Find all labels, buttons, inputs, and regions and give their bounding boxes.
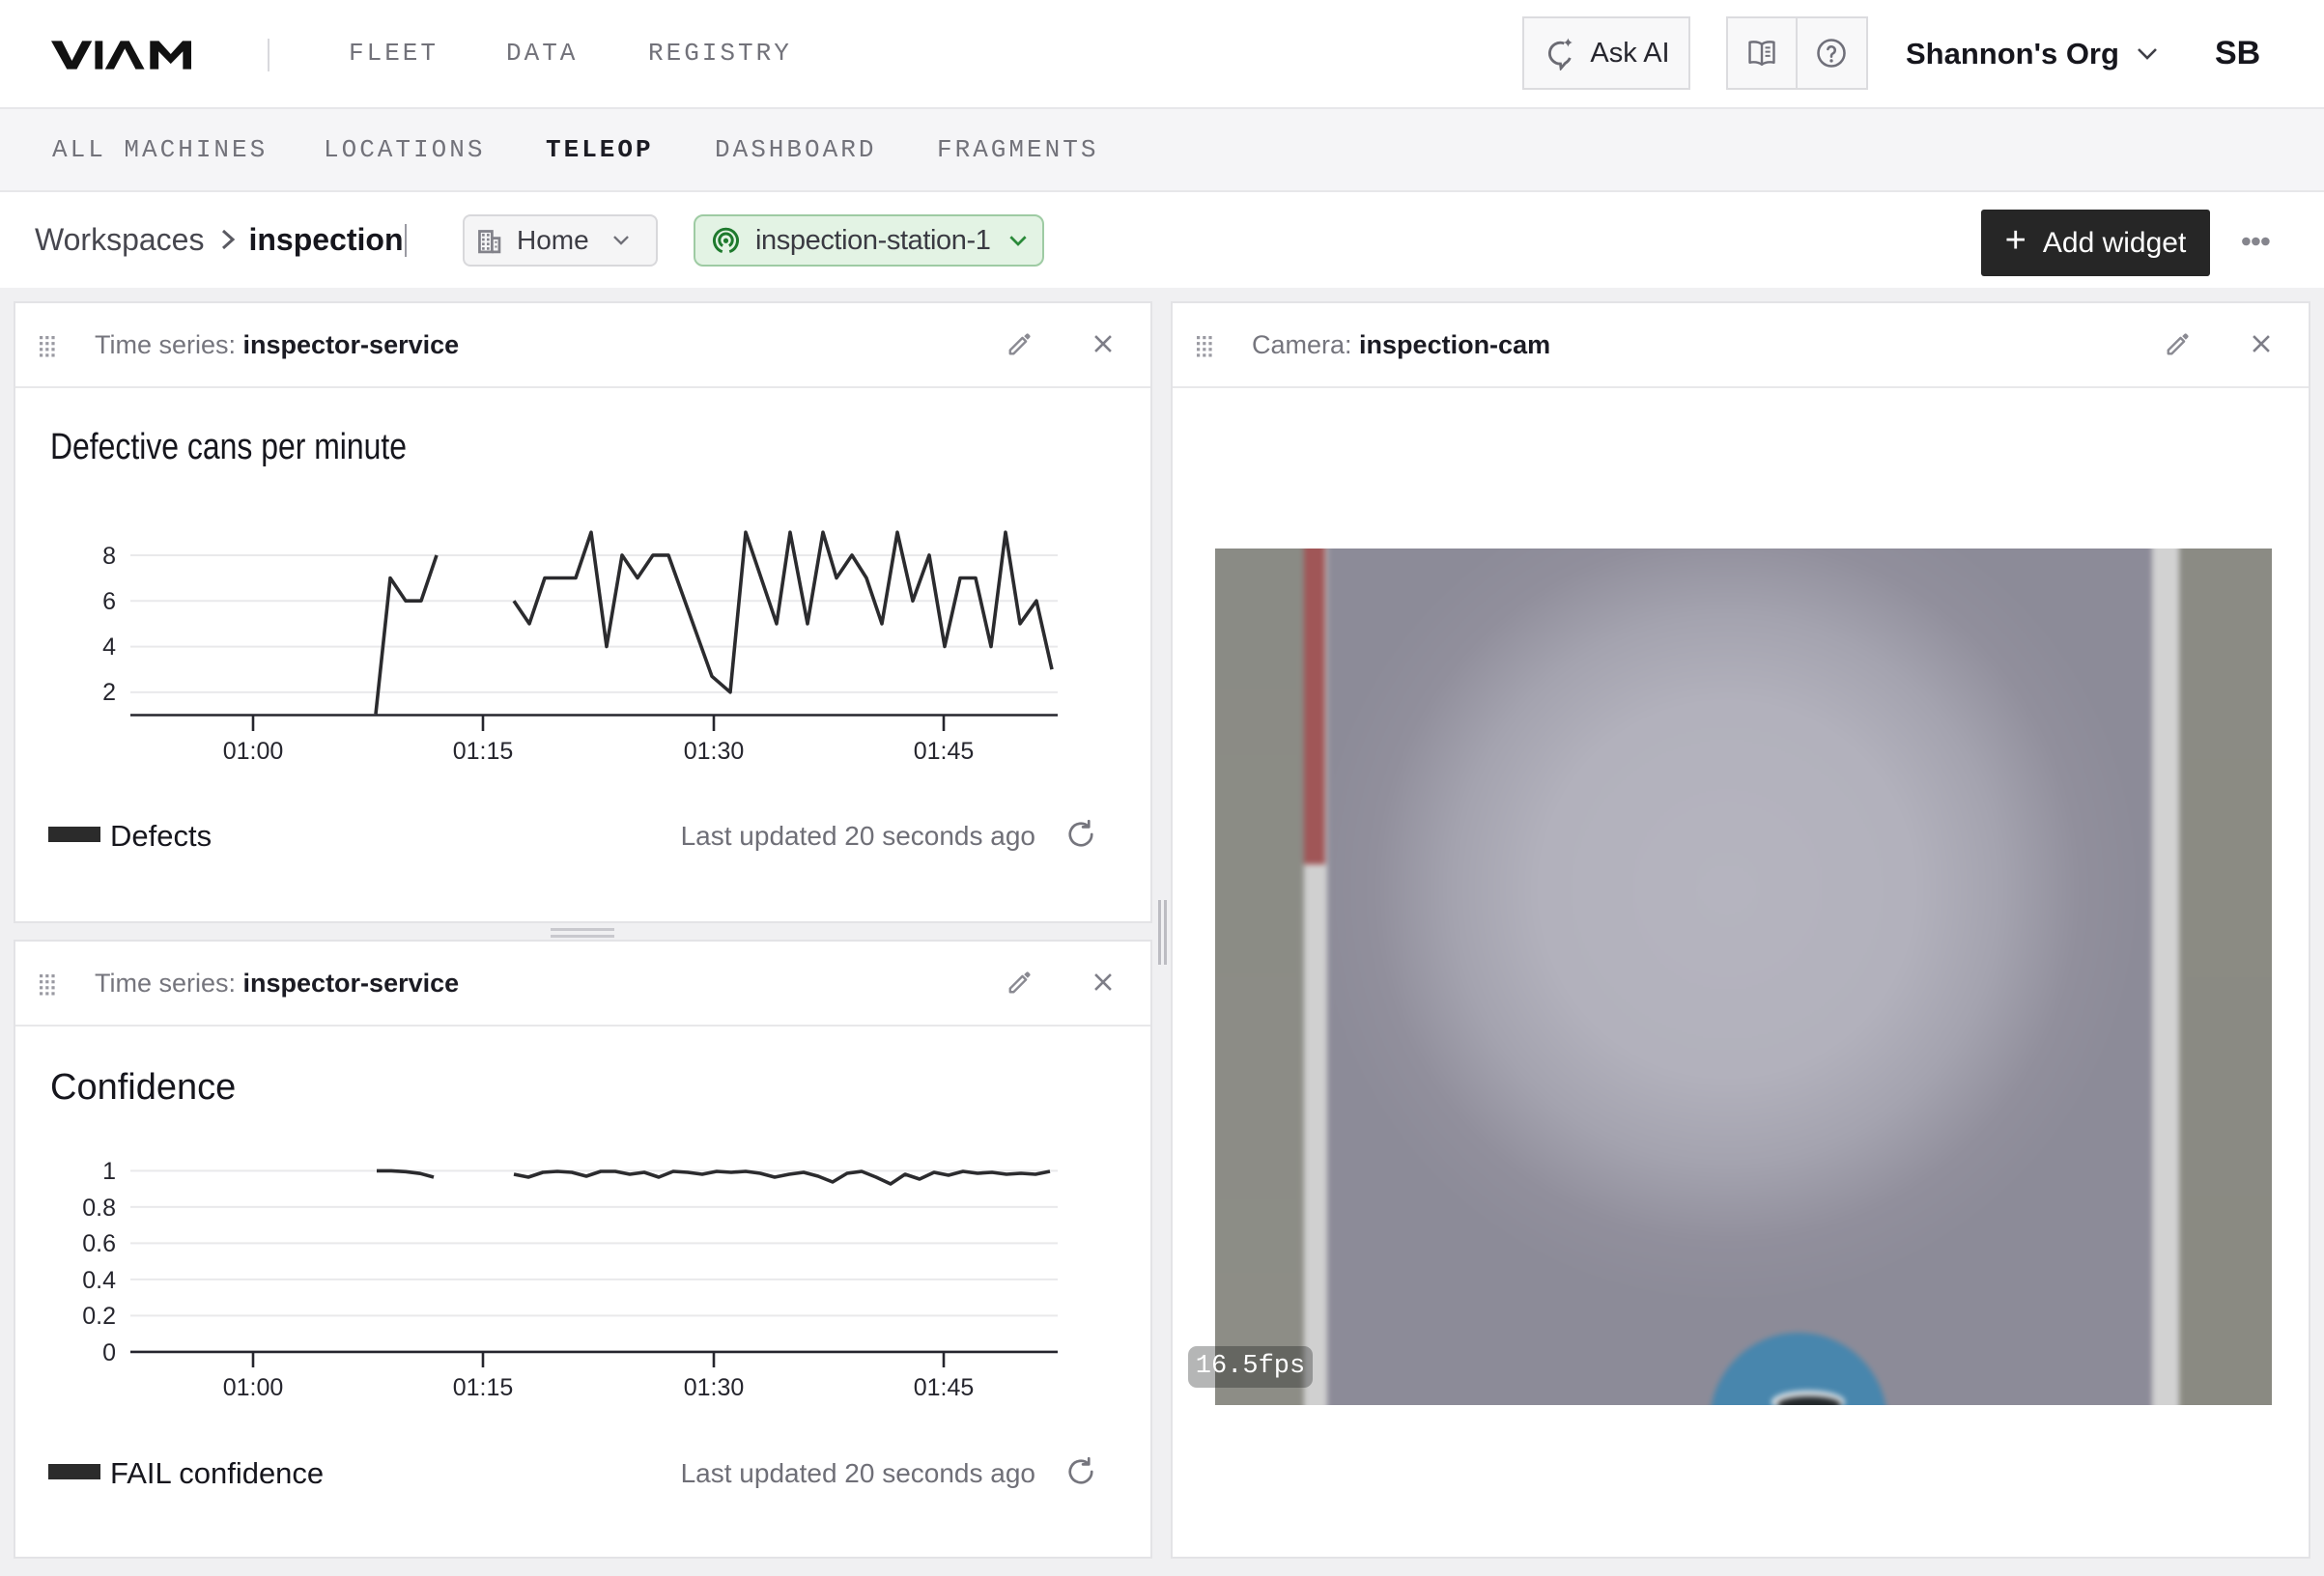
- svg-text:0: 0: [102, 1339, 116, 1366]
- svg-text:01:15: 01:15: [453, 1374, 514, 1401]
- svg-text:01:30: 01:30: [684, 738, 745, 765]
- svg-text:0.4: 0.4: [82, 1267, 116, 1294]
- svg-text:6: 6: [102, 588, 116, 615]
- svg-text:1: 1: [102, 1158, 116, 1185]
- svg-text:01:45: 01:45: [914, 738, 975, 765]
- svg-text:0.6: 0.6: [82, 1230, 116, 1257]
- svg-text:01:45: 01:45: [914, 1374, 975, 1401]
- svg-text:4: 4: [102, 633, 116, 661]
- svg-text:2: 2: [102, 679, 116, 706]
- svg-text:8: 8: [102, 543, 116, 570]
- svg-text:01:30: 01:30: [684, 1374, 745, 1401]
- svg-text:0.8: 0.8: [82, 1195, 116, 1222]
- svg-text:01:15: 01:15: [453, 738, 514, 765]
- svg-text:0.2: 0.2: [82, 1303, 116, 1330]
- svg-text:01:00: 01:00: [223, 1374, 284, 1401]
- svg-text:01:00: 01:00: [223, 738, 284, 765]
